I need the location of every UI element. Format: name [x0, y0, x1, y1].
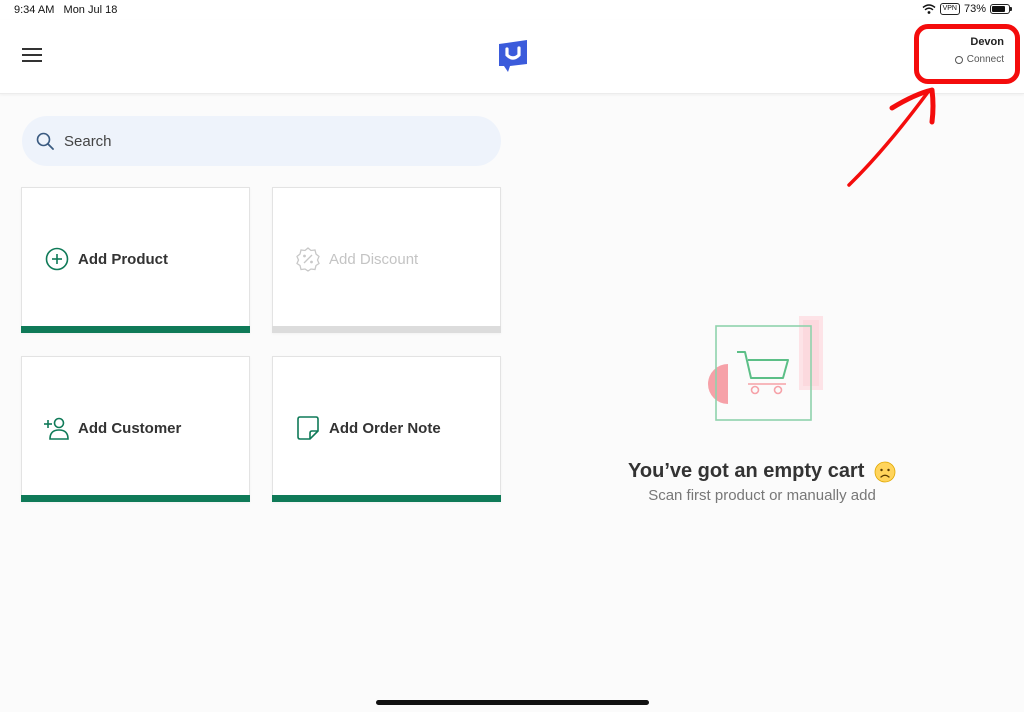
status-indicators: VPN 73%	[922, 3, 1012, 15]
search-icon	[36, 132, 54, 150]
annotation-highlight-box	[914, 24, 1020, 84]
empty-cart-title-text: You’ve got an empty cart	[628, 460, 865, 482]
status-time: 9:34 AM Mon Jul 18	[14, 4, 117, 16]
add-customer-label: Add Customer	[78, 419, 182, 437]
vpn-badge: VPN	[939, 3, 960, 15]
empty-cart-illustration	[708, 316, 823, 421]
battery-percent: 73%	[963, 3, 986, 15]
add-product-button[interactable]: Add Product	[21, 187, 250, 333]
add-product-label: Add Product	[78, 250, 168, 268]
plus-circle-icon	[45, 247, 69, 271]
add-user-icon	[44, 417, 69, 440]
wifi-icon	[922, 4, 936, 14]
add-discount-label: Add Discount	[329, 250, 419, 268]
note-icon	[297, 416, 319, 440]
empty-cart-subtitle: Scan first product or manually add	[648, 487, 876, 504]
empty-cart-title: You’ve got an empty cart	[560, 460, 964, 483]
tile-accent-bar	[272, 495, 501, 502]
app-logo	[499, 40, 527, 72]
tile-accent-bar	[21, 495, 250, 502]
tile-accent-bar	[272, 326, 501, 333]
hamburger-menu-icon[interactable]	[22, 48, 46, 66]
sad-face-icon	[874, 461, 896, 483]
add-discount-button[interactable]: Add Discount	[272, 187, 501, 333]
add-customer-button[interactable]: Add Customer	[21, 356, 250, 502]
status-bar: 9:34 AM Mon Jul 18 VPN 73%	[0, 0, 1024, 20]
percent-badge-icon	[296, 247, 320, 272]
search-bar[interactable]: Search	[22, 116, 501, 166]
add-order-note-label: Add Order Note	[329, 419, 441, 437]
add-order-note-button[interactable]: Add Order Note	[272, 356, 501, 502]
search-placeholder: Search	[64, 132, 112, 150]
battery-icon	[990, 4, 1012, 14]
tile-accent-bar	[21, 326, 250, 333]
status-time-text: 9:34 AM	[14, 4, 55, 16]
home-indicator[interactable]	[376, 700, 649, 705]
annotation-arrow	[847, 87, 936, 187]
status-date-text: Mon Jul 18	[63, 4, 118, 16]
